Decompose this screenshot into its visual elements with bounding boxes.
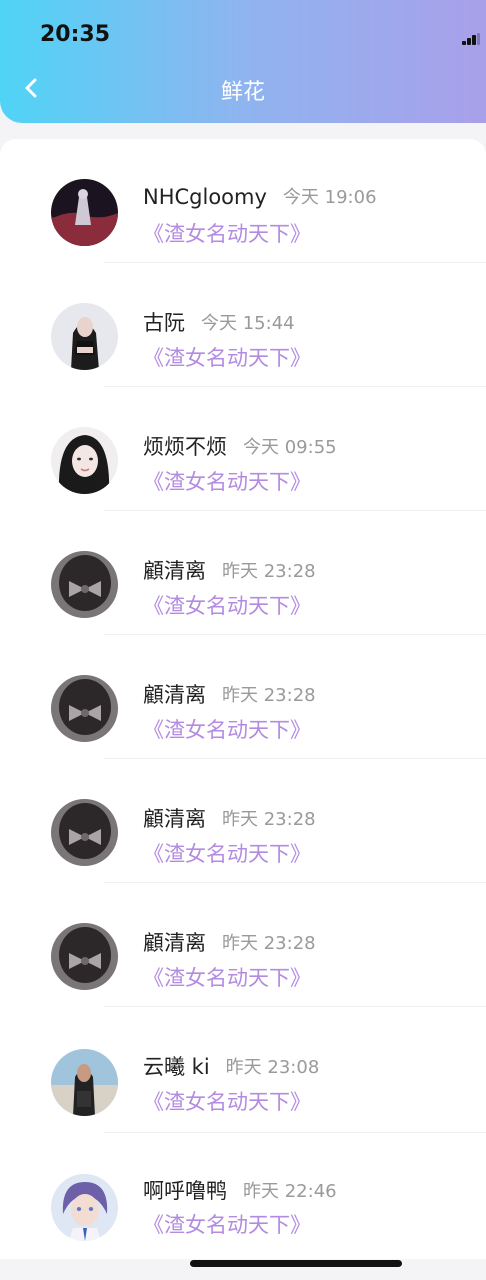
list-item[interactable]: 古阮 今天 15:44 《渣女名动天下》	[0, 263, 486, 387]
book-title[interactable]: 《渣女名动天下》	[143, 342, 311, 372]
user-name: 古阮 今天 15:44	[143, 311, 295, 335]
book-title[interactable]: 《渣女名动天下》	[143, 590, 311, 620]
list-item[interactable]: 啊呼噜鸭 昨天 22:46 《渣女名动天下》	[0, 1131, 486, 1255]
book-title[interactable]: 《渣女名动天下》	[143, 218, 311, 248]
book-title[interactable]: 《渣女名动天下》	[143, 962, 311, 992]
list-item[interactable]: 云曦 ki 昨天 23:08 《渣女名动天下》	[0, 1007, 486, 1133]
gift-time: 昨天 23:28	[222, 809, 316, 830]
page-title: 鲜花	[220, 80, 265, 105]
user-name: 顧清离 昨天 23:28	[143, 931, 316, 955]
gift-time: 今天 15:44	[201, 313, 295, 334]
user-name: 烦烦不烦 今天 09:55	[143, 435, 337, 459]
gift-time: 今天 09:55	[243, 437, 337, 458]
book-title[interactable]: 《渣女名动天下》	[143, 714, 311, 744]
gift-time: 今天 19:06	[282, 187, 377, 208]
list-item[interactable]: NHCgloomy 今天 19:06 《渣女名动天下》	[0, 139, 486, 263]
list-item[interactable]: 烦烦不烦 今天 09:55 《渣女名动天下》	[0, 387, 486, 511]
user-name: 啊呼噜鸭 昨天 22:46	[143, 1179, 337, 1203]
gift-time: 昨天 23:28	[222, 933, 316, 954]
user-name: 顧清离 昨天 23:28	[143, 807, 316, 831]
gift-time: 昨天 23:28	[222, 685, 316, 706]
avatar[interactable]	[51, 675, 118, 742]
book-title[interactable]: 《渣女名动天下》	[143, 1086, 311, 1116]
avatar[interactable]	[51, 551, 118, 618]
home-indicator[interactable]	[190, 1260, 402, 1267]
user-name: NHCgloomy 今天 19:06	[143, 185, 377, 209]
signal-icon	[462, 33, 480, 45]
book-title[interactable]: 《渣女名动天下》	[143, 1209, 311, 1239]
list-item[interactable]: 顧清离 昨天 23:28 《渣女名动天下》	[0, 759, 486, 883]
user-name: 云曦 ki 昨天 23:08	[143, 1055, 320, 1079]
avatar[interactable]	[51, 179, 118, 246]
gift-time: 昨天 23:08	[225, 1057, 320, 1078]
list-item[interactable]: 顧清离 昨天 23:28 《渣女名动天下》	[0, 511, 486, 635]
gift-time: 昨天 23:28	[222, 561, 316, 582]
user-name: 顧清离 昨天 23:28	[143, 683, 316, 707]
status-time: 20:35	[40, 22, 111, 47]
book-title[interactable]: 《渣女名动天下》	[143, 838, 311, 868]
avatar[interactable]	[51, 427, 118, 494]
list-item[interactable]: 顧清离 昨天 23:28 《渣女名动天下》	[0, 635, 486, 759]
avatar[interactable]	[51, 1174, 118, 1241]
flower-list: NHCgloomy 今天 19:06 《渣女名动天下》 古阮 今天 15:44 《渣…	[0, 139, 486, 1259]
avatar[interactable]	[51, 303, 118, 370]
avatar[interactable]	[51, 1049, 118, 1116]
user-name: 顧清离 昨天 23:28	[143, 559, 316, 583]
header-bar: 20:35 鲜花	[0, 0, 486, 123]
avatar[interactable]	[51, 923, 118, 990]
list-item[interactable]: 顧清离 昨天 23:28 《渣女名动天下》	[0, 883, 486, 1007]
book-title[interactable]: 《渣女名动天下》	[143, 466, 311, 496]
gift-time: 昨天 22:46	[243, 1181, 337, 1202]
avatar[interactable]	[51, 799, 118, 866]
